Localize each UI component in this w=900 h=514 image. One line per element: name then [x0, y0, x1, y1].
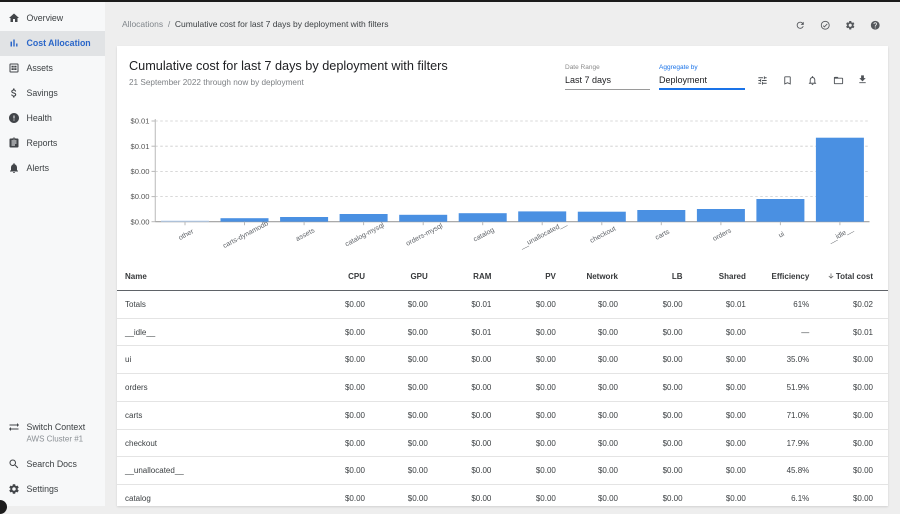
svg-text:ui: ui [778, 231, 786, 240]
svg-text:$0.01: $0.01 [130, 142, 149, 151]
svg-text:orders: orders [712, 227, 733, 243]
svg-text:$0.00: $0.00 [130, 217, 149, 226]
svg-text:checkout: checkout [589, 225, 617, 244]
svg-text:$0.01: $0.01 [130, 117, 149, 126]
svg-text:carts: carts [654, 228, 671, 242]
svg-text:orders-mysql: orders-mysql [405, 222, 444, 247]
svg-text:$0.00: $0.00 [130, 167, 149, 176]
svg-text:catalog-mysql: catalog-mysql [344, 222, 386, 249]
svg-text:carts-dynamodb: carts-dynamodb [222, 220, 270, 250]
svg-text:__unallocated__: __unallocated__ [518, 220, 568, 251]
svg-text:__idle__: __idle__ [827, 226, 855, 245]
svg-text:other: other [178, 228, 196, 242]
svg-text:catalog: catalog [472, 227, 495, 244]
svg-text:assets: assets [295, 227, 317, 243]
svg-text:$0.00: $0.00 [130, 192, 149, 201]
